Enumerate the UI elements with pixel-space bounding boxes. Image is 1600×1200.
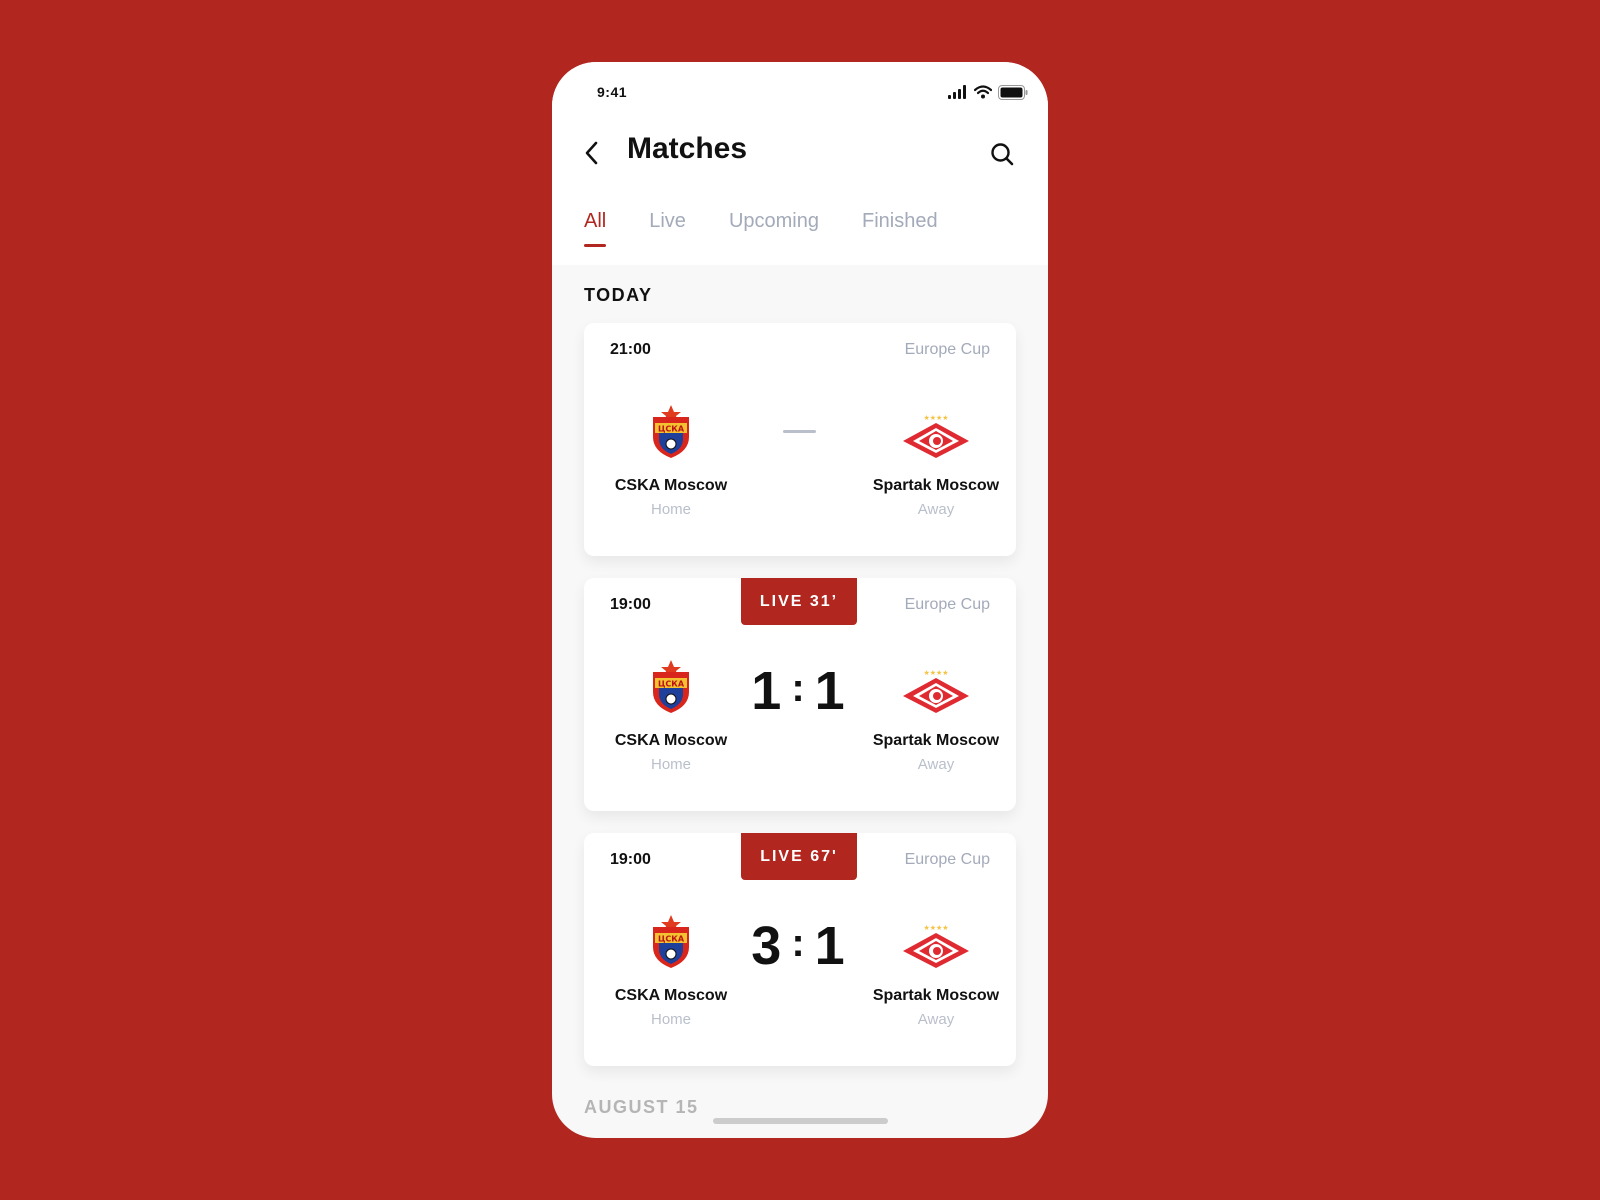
competition-label: Europe Cup: [904, 851, 990, 868]
home-team-name: CSKA Moscow: [614, 732, 728, 749]
tab-all[interactable]: All: [584, 210, 607, 247]
score-separator: :: [791, 666, 809, 710]
away-team: ★★★★ Spartak Moscow Away: [866, 656, 1006, 773]
score-separator: :: [791, 921, 809, 965]
home-team-role: Home: [650, 756, 691, 773]
battery-icon: [998, 84, 1028, 100]
match-time: 21:00: [610, 341, 651, 358]
away-team-name: Spartak Moscow: [872, 987, 1000, 1004]
away-score: 1: [814, 661, 849, 721]
tab-finished[interactable]: Finished: [862, 210, 938, 241]
svg-text:★★★★: ★★★★: [923, 924, 948, 932]
home-team-role: Home: [650, 501, 691, 518]
away-team-role: Away: [917, 501, 955, 518]
live-badge: LIVE 31’: [741, 578, 857, 625]
signal-icon: [948, 85, 966, 99]
cska-crest-icon: ЦСКА: [601, 401, 741, 459]
status-time: 9:41: [597, 84, 628, 100]
away-team-name: Spartak Moscow: [872, 732, 1000, 749]
match-card[interactable]: 21:00 Europe Cup ЦСКА CSKA Moscow Home ★…: [584, 323, 1016, 556]
svg-text:★★★★: ★★★★: [923, 414, 948, 422]
away-team-role: Away: [917, 756, 955, 773]
match-card[interactable]: 19:00 LIVE 67' Europe Cup ЦСКА CSKA Mosc…: [584, 833, 1016, 1066]
match-card[interactable]: 19:00 LIVE 31’ Europe Cup ЦСКА CSKA Mosc…: [584, 578, 1016, 811]
match-time: 19:00: [610, 851, 651, 868]
wifi-icon: [974, 85, 992, 99]
away-team: ★★★★ Spartak Moscow Away: [866, 401, 1006, 518]
back-button[interactable]: [578, 138, 606, 168]
svg-text:★★★★: ★★★★: [923, 669, 948, 677]
top-bar: 9:41 Matches All Live Upcoming Finished: [552, 62, 1048, 265]
page-title: Matches: [627, 132, 748, 165]
spartak-crest-icon: ★★★★: [866, 911, 1006, 969]
live-badge: LIVE 67': [741, 833, 857, 880]
section-label-today: TODAY: [584, 285, 653, 305]
away-team-role: Away: [917, 1011, 955, 1028]
search-button[interactable]: [988, 140, 1016, 168]
home-team: ЦСКА CSKA Moscow Home: [601, 401, 741, 518]
home-score: 1: [751, 661, 786, 721]
status-icons: [948, 84, 1028, 100]
tab-upcoming[interactable]: Upcoming: [729, 210, 819, 241]
svg-text:ЦСКА: ЦСКА: [658, 425, 685, 434]
home-team-name: CSKA Moscow: [614, 477, 728, 494]
chevron-left-icon: [585, 141, 598, 165]
section-label-august-15: AUGUST 15: [584, 1097, 699, 1117]
spartak-crest-icon: ★★★★: [866, 401, 1006, 459]
away-score: 1: [814, 916, 849, 976]
filter-tabs: All Live Upcoming Finished: [584, 210, 981, 247]
no-score-dash: [783, 430, 816, 433]
competition-label: Europe Cup: [904, 341, 990, 358]
home-indicator[interactable]: [713, 1118, 888, 1124]
spartak-crest-icon: ★★★★: [866, 656, 1006, 714]
home-team-name: CSKA Moscow: [614, 987, 728, 1004]
home-score: 3: [751, 916, 786, 976]
match-time: 19:00: [610, 596, 651, 613]
competition-label: Europe Cup: [904, 596, 990, 613]
away-team: ★★★★ Spartak Moscow Away: [866, 911, 1006, 1028]
search-icon: [991, 143, 1014, 166]
phone-screen: 9:41 Matches All Live Upcoming Finished …: [552, 62, 1048, 1138]
home-team-role: Home: [650, 1011, 691, 1028]
tab-live[interactable]: Live: [649, 210, 686, 241]
away-team-name: Spartak Moscow: [872, 477, 1000, 494]
